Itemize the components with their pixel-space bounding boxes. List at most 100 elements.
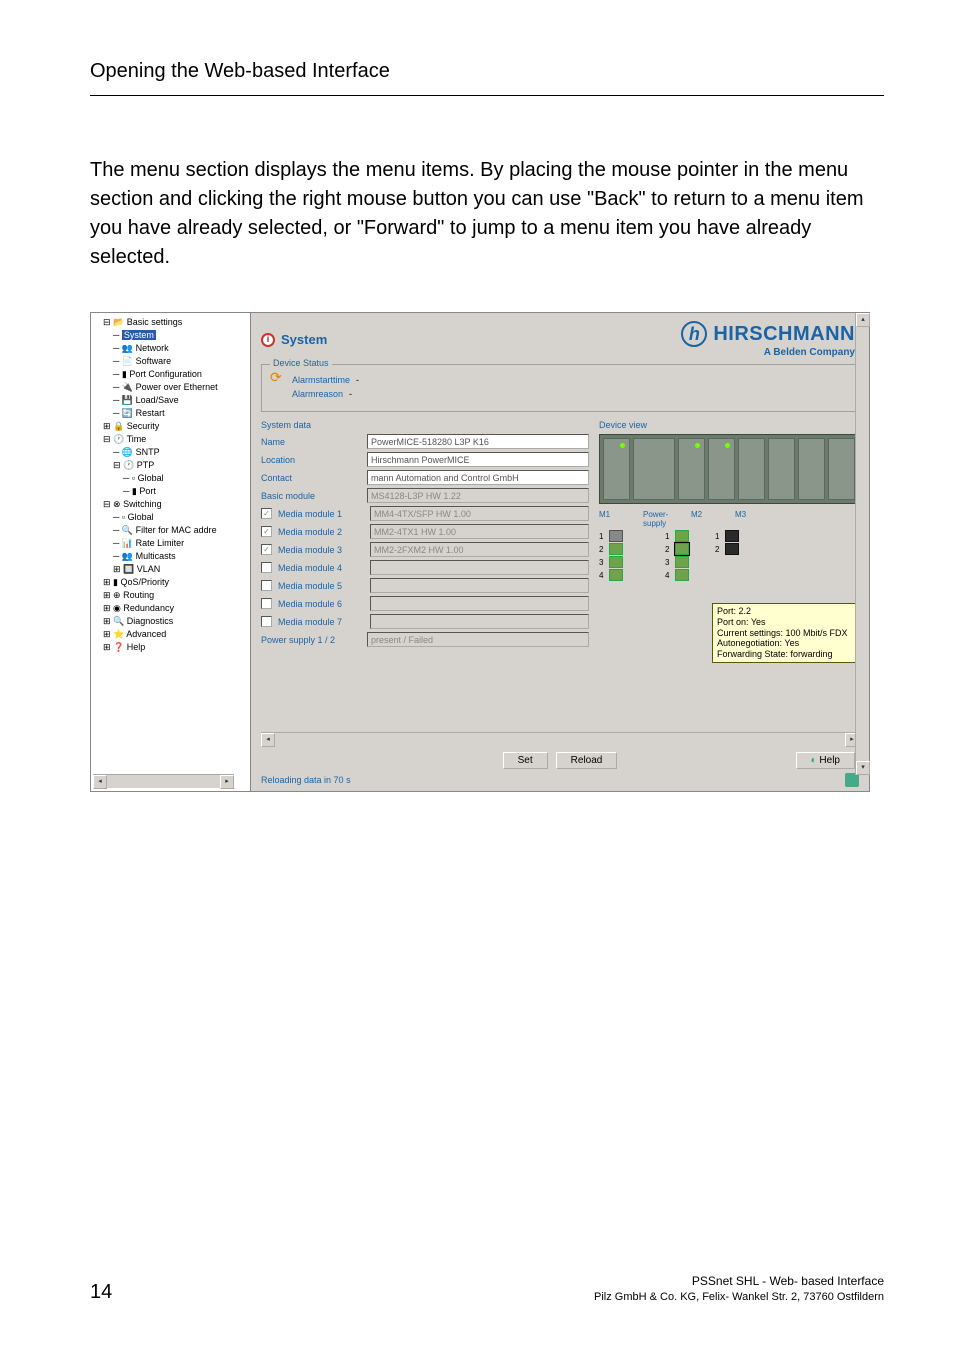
mm1-check[interactable]: ✓ [261, 508, 272, 519]
device-view-title: Device view [599, 420, 859, 430]
tree-system[interactable]: ─ System [113, 329, 248, 342]
mm3-input [370, 542, 589, 557]
help-button[interactable]: ◐ Help [796, 752, 855, 769]
mm6-input [370, 596, 589, 611]
status-text: Reloading data in 70 s [261, 775, 351, 785]
port-m2-4[interactable] [675, 569, 689, 581]
port-m1-2[interactable] [609, 543, 623, 555]
tree-ptp-port[interactable]: ─ ▮ Port [123, 485, 248, 498]
tree-scrollbar-h[interactable]: ◂ ▸ [93, 774, 234, 788]
content-scroll-down[interactable]: ▾ [856, 761, 870, 775]
mm5-label: Media module 5 [278, 581, 364, 591]
tooltip-settings: Current settings: 100 Mbit/s FDX [717, 628, 852, 639]
port-m3-1[interactable] [725, 530, 739, 542]
port-m1-4[interactable] [609, 569, 623, 581]
mm4-check[interactable] [261, 562, 272, 573]
page-footer: 14 PSSnet SHL - Web- based Interface Pil… [90, 1274, 884, 1304]
device-view-section: Device view M1 Power- [599, 420, 859, 730]
location-label: Location [261, 455, 361, 465]
page-header: Opening the Web-based Interface [90, 60, 884, 83]
tree-vlan[interactable]: ⊞ 🔲 VLAN [113, 563, 248, 576]
tree-time[interactable]: ⊟ 🕐 Time ─ 🌐 SNTP ⊟ 🕐 PTP ─ ▫ Global ─ ▮… [103, 433, 248, 498]
system-data-section: System data Name Location Contact Ba [261, 420, 589, 730]
mm3-label: Media module 3 [278, 545, 364, 555]
footer-address: Pilz GmbH & Co. KG, Felix- Wankel Str. 2… [594, 1290, 884, 1304]
tree-diagnostics[interactable]: ⊞ 🔍 Diagnostics [103, 615, 248, 628]
tree-redundancy[interactable]: ⊞ ◉ Redundancy [103, 602, 248, 615]
tree-sntp[interactable]: ─ 🌐 SNTP [113, 446, 248, 459]
mm1-input [370, 506, 589, 521]
mm7-label: Media module 7 [278, 617, 364, 627]
content-scroll-left[interactable]: ◂ [261, 733, 275, 747]
footer-title: PSSnet SHL - Web- based Interface [594, 1274, 884, 1290]
body-paragraph: The menu section displays the menu items… [90, 156, 884, 272]
port-m2-3[interactable] [675, 556, 689, 568]
set-button[interactable]: Set [503, 752, 548, 769]
mm1-label: Media module 1 [278, 509, 364, 519]
dv-col-ps: Power- supply [643, 510, 687, 528]
tree-qos[interactable]: ⊞ ▮ QoS/Priority [103, 576, 248, 589]
tree-ptp-global[interactable]: ─ ▫ Global [123, 472, 248, 485]
tree-filter-mac[interactable]: ─ 🔍 Filter for MAC addre [113, 524, 248, 537]
port-m3-2[interactable] [725, 543, 739, 555]
basic-module-label: Basic module [261, 491, 361, 501]
alarm-reason-label: Alarmreason [292, 389, 343, 399]
nav-tree-panel: ⊟ 📂 Basic settings ─ System ─ 👥 Network … [91, 313, 251, 791]
reload-button[interactable]: Reload [556, 752, 618, 769]
tree-rate-limiter[interactable]: ─ 📊 Rate Limiter [113, 537, 248, 550]
tree-security[interactable]: ⊞ 🔒 Security [103, 420, 248, 433]
dv-col-m1: M1 [599, 510, 639, 528]
tooltip-port: Port: 2.2 [717, 606, 852, 617]
tree-switching[interactable]: ⊟ ⊗ Switching ─ ▫ Global ─ 🔍 Filter for … [103, 498, 248, 576]
brand-subtitle: A Belden Company [681, 347, 855, 358]
mm2-label: Media module 2 [278, 527, 364, 537]
brand-logo-icon: h [681, 321, 707, 347]
tree-load-save[interactable]: ─ 💾 Load/Save [113, 394, 248, 407]
tree-basic-settings[interactable]: ⊟ 📂 Basic settings ─ System ─ 👥 Network … [103, 316, 248, 420]
mm5-input [370, 578, 589, 593]
content-scroll-up[interactable]: ▴ [856, 313, 870, 327]
port-m2-2[interactable] [675, 543, 689, 555]
tree-sw-global[interactable]: ─ ▫ Global [113, 511, 248, 524]
tree-help[interactable]: ⊞ ❓ Help [103, 641, 248, 654]
tree-advanced[interactable]: ⊞ ⭐ Advanced [103, 628, 248, 641]
ps-label: Power supply 1 / 2 [261, 635, 361, 645]
dv-col-m3: M3 [735, 510, 775, 528]
port-m1-3[interactable] [609, 556, 623, 568]
mm5-check[interactable] [261, 580, 272, 591]
port-tooltip: Port: 2.2 Port on: Yes Current settings:… [712, 603, 857, 663]
device-status-title: Device Status [270, 358, 332, 368]
tooltip-autoneg: Autonegotiation: Yes [717, 638, 852, 649]
mm6-label: Media module 6 [278, 599, 364, 609]
tree-ptp[interactable]: ⊟ 🕐 PTP ─ ▫ Global ─ ▮ Port [113, 459, 248, 498]
tree-poe[interactable]: ─ 🔌 Power over Ethernet [113, 381, 248, 394]
mm7-input [370, 614, 589, 629]
tree-restart[interactable]: ─ 🔄 Restart [113, 407, 248, 420]
mm4-label: Media module 4 [278, 563, 364, 573]
tree-software[interactable]: ─ 📄 Software [113, 355, 248, 368]
mm3-check[interactable]: ✓ [261, 544, 272, 555]
tree-multicasts[interactable]: ─ 👥 Multicasts [113, 550, 248, 563]
info-icon: i [261, 333, 275, 347]
content-scrollbar-h[interactable]: ◂ ▸ [261, 732, 859, 746]
mm7-check[interactable] [261, 616, 272, 627]
tree-scroll-left[interactable]: ◂ [93, 775, 107, 789]
contact-label: Contact [261, 473, 361, 483]
tooltip-port-on: Port on: Yes [717, 617, 852, 628]
mm2-input [370, 524, 589, 539]
mm2-check[interactable]: ✓ [261, 526, 272, 537]
basic-module-input [367, 488, 589, 503]
tree-port-config[interactable]: ─ ▮ Port Configuration [113, 368, 248, 381]
content-panel: i System h HIRSCHMANN A Belden Company D… [251, 313, 869, 791]
port-m2-1[interactable] [675, 530, 689, 542]
contact-input[interactable] [367, 470, 589, 485]
mm6-check[interactable] [261, 598, 272, 609]
tree-network[interactable]: ─ 👥 Network [113, 342, 248, 355]
device-chassis [599, 434, 859, 504]
content-scrollbar-v[interactable]: ▴ ▾ [855, 313, 869, 775]
port-m1-1[interactable] [609, 530, 623, 542]
tree-scroll-right[interactable]: ▸ [220, 775, 234, 789]
name-input[interactable] [367, 434, 589, 449]
location-input[interactable] [367, 452, 589, 467]
tree-routing[interactable]: ⊞ ⊕ Routing [103, 589, 248, 602]
